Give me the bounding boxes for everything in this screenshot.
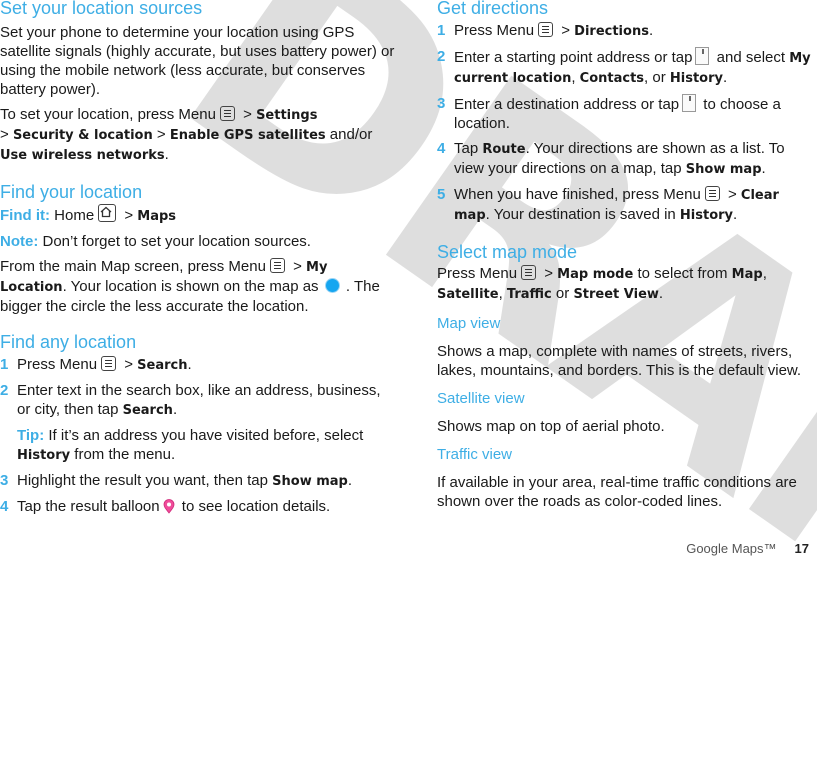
tip: Tip: If it’s an address you have visited…: [17, 427, 364, 463]
list-item: 1 Press Menu > Search.: [0, 356, 192, 373]
menu-key-icon: [101, 356, 117, 371]
section-select-map-mode: Select map mode Press Menu > Map mode to…: [437, 242, 817, 304]
list-item: 4 Tap Route. Your directions are shown a…: [437, 140, 785, 177]
location-dot-icon: [324, 278, 340, 293]
right-column: Get directions 1 Press Menu > Directions…: [437, 0, 817, 511]
list-item: 2 Enter a starting point address or tap …: [437, 47, 811, 86]
heading-find-your-location: Find your location: [0, 182, 143, 202]
page-number: 17: [794, 541, 809, 556]
list-item: 3 Enter a destination address or tap to …: [437, 94, 781, 132]
list-item: 5 When you have finished, press Menu > C…: [437, 186, 779, 223]
list-item: 4 Tap the result balloon to see location…: [0, 497, 395, 519]
list-item: 2 Enter text in the search box, like an …: [0, 382, 381, 418]
heading-traffic-view: Traffic view: [437, 446, 513, 463]
section-find-any-location: Find any location 1 Press Menu > Search.…: [0, 332, 395, 519]
heading-satellite-view: Satellite view: [437, 390, 525, 407]
paragraph-map-view: Shows a map, complete with names of stre…: [437, 343, 802, 379]
section-map-view: Map view Shows a map, complete with name…: [437, 315, 817, 380]
menu-key-icon: [219, 106, 235, 121]
menu-key-icon: [704, 186, 720, 201]
section-traffic-view: Traffic view If available in your area, …: [437, 446, 817, 511]
find-it-line: Find it: Home > Maps: [0, 204, 395, 226]
paragraph-set-location-steps: To set your location, press Menu > Setti…: [0, 106, 373, 163]
heading-set-location-sources: Set your location sources: [0, 0, 203, 18]
paragraph-satellite-view: Shows map on top of aerial photo.: [437, 418, 665, 435]
menu-key-icon: [538, 22, 554, 37]
heading-select-map-mode: Select map mode: [437, 242, 578, 262]
section-get-directions: Get directions 1 Press Menu > Directions…: [437, 0, 817, 225]
paragraph-traffic-view: If available in your area, real-time tra…: [437, 474, 797, 510]
heading-find-any-location: Find any location: [0, 332, 137, 352]
section-satellite-view: Satellite view Shows map on top of aeria…: [437, 390, 817, 436]
heading-get-directions: Get directions: [437, 0, 549, 18]
menu-key-icon: [521, 265, 537, 280]
result-balloon-icon: [163, 499, 175, 519]
paragraph-location-sources: Set your phone to determine your locatio…: [0, 24, 395, 98]
list-item: 3 Highlight the result you want, then ta…: [0, 472, 353, 489]
section-find-your-location: Find your location Find it: Home > Maps …: [0, 182, 395, 316]
note-line: Note: Don’t forget to set your location …: [0, 233, 311, 250]
paragraph-map-mode: Press Menu > Map mode to select from Map…: [437, 265, 767, 302]
list-item: 1 Press Menu > Directions.: [437, 22, 654, 39]
heading-map-view: Map view: [437, 315, 501, 332]
page-footer: Google Maps™ 17: [686, 541, 809, 556]
paragraph-my-location: From the main Map screen, press Menu > M…: [0, 258, 380, 315]
bookmark-picker-icon: [682, 94, 697, 112]
home-key-icon: [98, 204, 117, 222]
footer-section-title: Google Maps™: [686, 541, 777, 556]
bookmark-picker-icon: [695, 47, 710, 65]
menu-key-icon: [269, 258, 285, 273]
section-set-location-sources: Set your location sources Set your phone…: [0, 0, 395, 165]
left-column: Set your location sources Set your phone…: [0, 0, 395, 519]
